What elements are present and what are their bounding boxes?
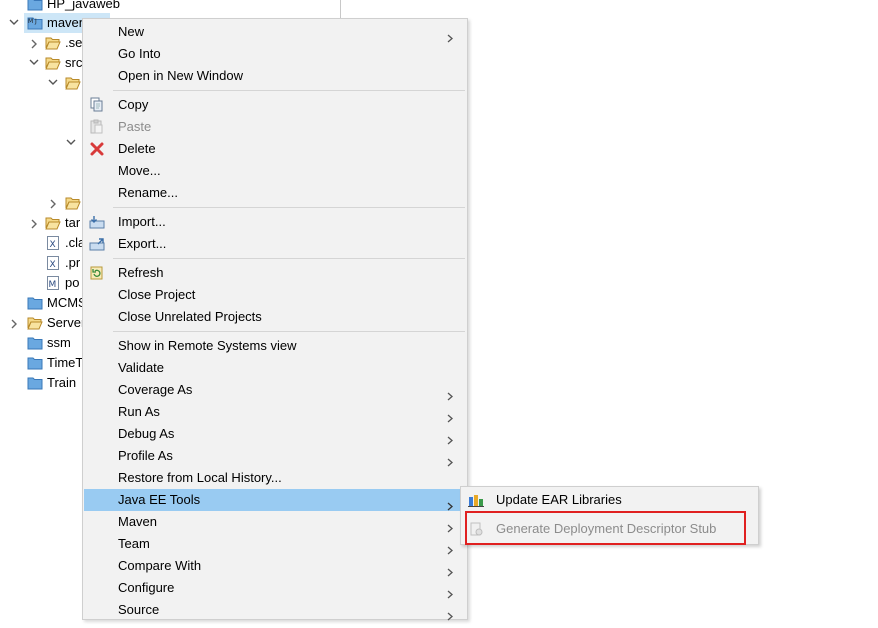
open-folder-icon bbox=[65, 196, 81, 210]
tree-item-src[interactable]: src bbox=[45, 53, 85, 73]
chevron-down-icon[interactable] bbox=[29, 53, 39, 73]
xml-file-icon: X bbox=[47, 236, 61, 250]
java-ee-tools-submenu: Update EAR Libraries Generate Deployment… bbox=[460, 486, 759, 545]
menu-item-move[interactable]: Move... bbox=[84, 160, 465, 182]
menu-item-coverage-as[interactable]: Coverage As bbox=[84, 379, 465, 401]
menu-item-copy[interactable]: Copy bbox=[84, 94, 465, 116]
open-folder-icon bbox=[27, 316, 43, 330]
tree-item-pom[interactable]: M po bbox=[47, 273, 87, 293]
tree-item-servers[interactable]: Server bbox=[27, 313, 87, 333]
menu-item-export[interactable]: Export... bbox=[84, 233, 465, 255]
menu-item-paste[interactable]: Paste bbox=[84, 116, 465, 138]
menu-item-close-project[interactable]: Close Project bbox=[84, 284, 465, 306]
submenu-arrow-icon bbox=[446, 584, 454, 599]
menu-item-debug-as[interactable]: Debug As bbox=[84, 423, 465, 445]
menu-item-open-in-new-window[interactable]: Open in New Window bbox=[84, 65, 465, 87]
deployment-descriptor-icon bbox=[468, 521, 484, 537]
menu-item-delete[interactable]: Delete bbox=[84, 138, 465, 160]
project-folder-icon bbox=[27, 0, 43, 11]
menu-item-refresh[interactable]: Refresh bbox=[84, 262, 465, 284]
refresh-icon bbox=[89, 265, 105, 281]
maven-project-icon: MJ bbox=[27, 16, 43, 30]
project-folder-icon bbox=[27, 376, 43, 390]
menu-separator bbox=[113, 331, 465, 332]
tree-item-classpath[interactable]: X .cla bbox=[47, 233, 87, 253]
submenu-arrow-icon bbox=[446, 430, 454, 445]
svg-text:M: M bbox=[28, 18, 33, 25]
tree-item-mcms[interactable]: MCMS bbox=[27, 293, 87, 313]
submenu-item-generate-deployment-descriptor-stub[interactable]: Generate Deployment Descriptor Stub bbox=[462, 518, 757, 540]
menu-item-go-into[interactable]: Go Into bbox=[84, 43, 465, 65]
paste-icon bbox=[89, 119, 105, 135]
menu-separator bbox=[113, 207, 465, 208]
svg-text:X: X bbox=[50, 260, 56, 270]
menu-item-team[interactable]: Team bbox=[84, 533, 465, 555]
open-folder-icon bbox=[65, 76, 81, 90]
open-folder-icon bbox=[45, 36, 61, 50]
tree-item-hp-javaweb[interactable]: HP_javaweb bbox=[0, 0, 130, 14]
open-folder-icon bbox=[45, 56, 61, 70]
svg-text:X: X bbox=[50, 240, 56, 250]
submenu-arrow-icon bbox=[446, 408, 454, 423]
tree-item-settings[interactable]: .se bbox=[45, 33, 85, 53]
tree-item-folder[interactable] bbox=[65, 193, 83, 213]
submenu-arrow-icon bbox=[446, 452, 454, 467]
submenu-arrow-icon bbox=[446, 386, 454, 401]
chevron-down-icon[interactable] bbox=[66, 133, 76, 153]
project-folder-icon bbox=[27, 296, 43, 310]
project-folder-icon bbox=[27, 336, 43, 350]
chevron-down-icon[interactable] bbox=[48, 73, 58, 93]
copy-icon bbox=[89, 97, 105, 113]
submenu-arrow-icon bbox=[446, 496, 454, 511]
chevron-down-icon[interactable] bbox=[9, 13, 19, 33]
submenu-arrow-icon bbox=[446, 518, 454, 533]
menu-item-compare-with[interactable]: Compare With bbox=[84, 555, 465, 577]
menu-item-restore-from-local-history[interactable]: Restore from Local History... bbox=[84, 467, 465, 489]
submenu-arrow-icon bbox=[446, 28, 454, 43]
tree-item-train[interactable]: Train bbox=[27, 373, 87, 393]
menu-item-source[interactable]: Source bbox=[84, 599, 465, 621]
maven-pom-icon: M bbox=[47, 276, 61, 290]
tree-item-project-file[interactable]: X .pr bbox=[47, 253, 87, 273]
menu-item-configure[interactable]: Configure bbox=[84, 577, 465, 599]
svg-text:M: M bbox=[49, 280, 57, 290]
tree-item-target[interactable]: tar bbox=[45, 213, 85, 233]
menu-item-import[interactable]: Import... bbox=[84, 211, 465, 233]
ear-libraries-icon bbox=[468, 492, 484, 508]
chevron-right-icon[interactable] bbox=[49, 193, 59, 213]
menu-item-profile-as[interactable]: Profile As bbox=[84, 445, 465, 467]
chevron-right-icon[interactable] bbox=[30, 33, 40, 53]
menu-item-maven[interactable]: Maven bbox=[84, 511, 465, 533]
view-divider bbox=[340, 0, 341, 20]
xml-file-icon: X bbox=[47, 256, 61, 270]
open-folder-icon bbox=[45, 216, 61, 230]
menu-item-show-in-remote-systems-view[interactable]: Show in Remote Systems view bbox=[84, 335, 465, 357]
menu-item-close-unrelated-projects[interactable]: Close Unrelated Projects bbox=[84, 306, 465, 328]
svg-text:J: J bbox=[34, 18, 37, 25]
menu-item-rename[interactable]: Rename... bbox=[84, 182, 465, 204]
export-icon bbox=[89, 236, 105, 252]
tree-item-timet[interactable]: TimeT bbox=[27, 353, 87, 373]
submenu-arrow-icon bbox=[446, 540, 454, 555]
menu-separator bbox=[113, 90, 465, 91]
menu-item-run-as[interactable]: Run As bbox=[84, 401, 465, 423]
submenu-arrow-icon bbox=[446, 562, 454, 577]
chevron-right-icon[interactable] bbox=[10, 313, 20, 333]
submenu-item-update-ear-libraries[interactable]: Update EAR Libraries bbox=[462, 489, 757, 511]
submenu-arrow-icon bbox=[446, 606, 454, 621]
chevron-right-icon[interactable] bbox=[30, 213, 40, 233]
tree-item-folder[interactable] bbox=[65, 73, 83, 93]
delete-icon bbox=[89, 141, 105, 157]
menu-item-java-ee-tools[interactable]: Java EE Tools bbox=[84, 489, 465, 511]
project-folder-icon bbox=[27, 356, 43, 370]
tree-item-ssm[interactable]: ssm bbox=[27, 333, 87, 353]
menu-item-validate[interactable]: Validate bbox=[84, 357, 465, 379]
menu-item-new[interactable]: New bbox=[84, 21, 465, 43]
menu-separator bbox=[113, 258, 465, 259]
context-menu: New Go Into Open in New Window Copy Past… bbox=[82, 18, 468, 621]
import-icon bbox=[89, 214, 105, 230]
